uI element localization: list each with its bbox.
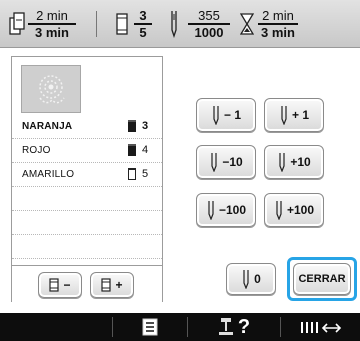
stitch-minus-100-label: −100 [218, 203, 247, 217]
stitch-plus-10-label: +10 [290, 155, 311, 169]
spool-button-box: − + [12, 265, 162, 302]
stitch-total: 1000 [188, 23, 230, 40]
stitch-plus-1-button[interactable]: + 1 [264, 98, 324, 132]
color-total: 5 [134, 23, 152, 40]
needle-icon [208, 201, 214, 220]
thread-number: 5 [142, 168, 149, 180]
remaining-time: 2 min 3 min [258, 8, 298, 40]
stitch-reset-label: 0 [254, 272, 261, 286]
time-icon [9, 12, 25, 35]
needle-icon [276, 201, 282, 220]
spool-dark-icon [128, 120, 136, 132]
stitch-minus-10-button[interactable]: −10 [196, 145, 256, 179]
needle-icon [279, 153, 285, 172]
thread-number: 3 [142, 120, 149, 132]
elapsed-time-total: 3 min [28, 23, 76, 40]
thread-row-rojo[interactable]: ROJO 4 [12, 139, 162, 163]
stitch-reset-button[interactable]: 0 [226, 263, 276, 295]
thread-name: NARANJA [22, 121, 73, 132]
spool-minus-button[interactable]: − [38, 272, 82, 298]
spool-icon [116, 13, 128, 35]
needle-icon [243, 270, 249, 289]
spool-minus-label: − [63, 278, 71, 292]
stitch-minus-10-label: −10 [222, 155, 243, 169]
thread-name: AMARILLO [22, 169, 75, 180]
thread-swap-button[interactable] [281, 313, 360, 341]
thread-name: ROJO [22, 145, 51, 156]
spool-icon [49, 278, 60, 292]
remaining-time-current: 2 min [262, 8, 294, 23]
status-bar: 2 min 3 min 3 5 355 1000 2 min 3 min [0, 0, 360, 48]
color-count: 3 5 [134, 8, 152, 40]
embroidery-thumbnail [21, 65, 81, 113]
thread-row-empty [12, 235, 162, 259]
thread-color-panel: NARANJA 3 ROJO 4 AMARILLO 5 − + [11, 56, 163, 302]
stitch-plus-100-button[interactable]: +100 [264, 193, 324, 227]
spool-icon [101, 278, 112, 292]
rose-pattern-icon [39, 75, 65, 104]
stitch-current: 355 [198, 8, 220, 23]
checklist-icon [142, 318, 158, 336]
stitch-minus-1-label: − 1 [223, 108, 241, 122]
spool-plus-label: + [115, 278, 123, 292]
help-button[interactable]: ? [188, 313, 280, 341]
color-current: 3 [139, 8, 147, 23]
stitch-plus-100-label: +100 [286, 203, 315, 217]
needle-icon [213, 106, 219, 125]
close-button-highlight [287, 257, 357, 301]
thread-list: NARANJA 3 ROJO 4 AMARILLO 5 [12, 115, 162, 259]
remaining-time-total: 3 min [258, 23, 298, 40]
spool-dark-icon [128, 144, 136, 156]
stitch-plus-1-label: + 1 [291, 108, 309, 122]
stitch-minus-1-button[interactable]: − 1 [196, 98, 256, 132]
needle-icon [211, 153, 217, 172]
thread-row-empty [12, 187, 162, 211]
elapsed-time-current: 2 min [36, 8, 68, 23]
elapsed-time: 2 min 3 min [28, 8, 76, 40]
spool-light-icon [128, 168, 136, 180]
list-check-button[interactable] [113, 313, 187, 341]
needle-icon [281, 106, 287, 125]
needle-icon [171, 11, 177, 38]
thread-number: 4 [142, 144, 149, 156]
hourglass-icon [240, 13, 254, 35]
bottom-toolbar: ? [0, 313, 360, 341]
spool-plus-button[interactable]: + [90, 272, 134, 298]
thread-row-empty [12, 211, 162, 235]
stitch-plus-10-button[interactable]: +10 [264, 145, 324, 179]
help-label: ? [237, 315, 251, 338]
stitch-count: 355 1000 [188, 8, 230, 40]
thread-row-amarillo[interactable]: AMARILLO 5 [12, 163, 162, 187]
machine-help-icon [218, 318, 233, 335]
thread-row-naranja[interactable]: NARANJA 3 [12, 115, 162, 139]
stitch-minus-100-button[interactable]: −100 [196, 193, 256, 227]
thread-swap-icon [300, 322, 341, 333]
